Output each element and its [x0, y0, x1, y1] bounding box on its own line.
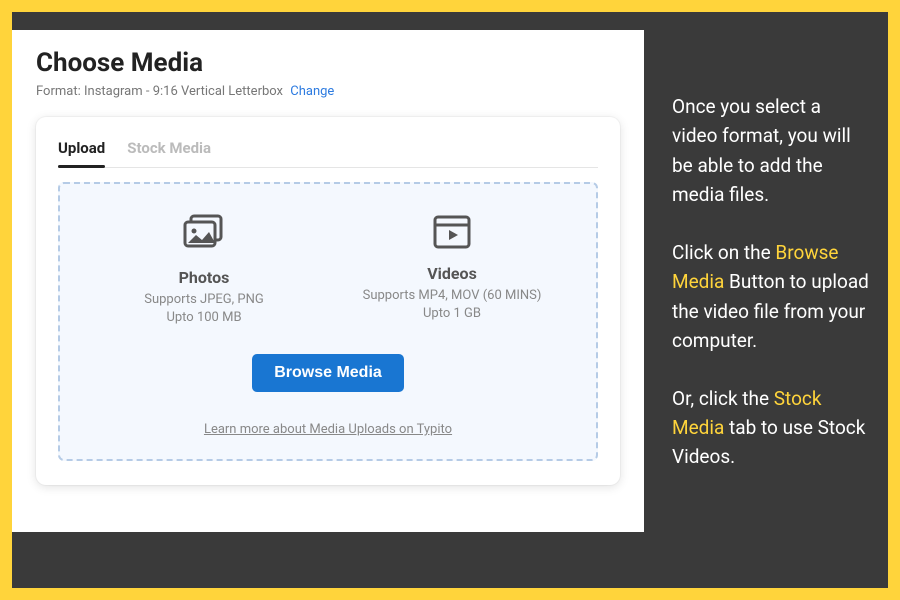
tab-stock-media[interactable]: Stock Media	[127, 133, 211, 167]
browse-media-button[interactable]: Browse Media	[252, 354, 404, 392]
format-value: Instagram - 9:16 Vertical Letterbox	[84, 84, 283, 99]
format-label: Format:	[36, 84, 81, 99]
photos-column: Photos Supports JPEG, PNG Upto 100 MB	[80, 214, 328, 326]
dropzone-columns: Photos Supports JPEG, PNG Upto 100 MB	[80, 214, 576, 326]
videos-column: Videos Supports MP4, MOV (60 MINS) Upto …	[328, 214, 576, 326]
frame-border: Choose Media Format: Instagram - 9:16 Ve…	[0, 0, 900, 600]
tabs: Upload Stock Media	[58, 133, 598, 168]
upload-dropzone[interactable]: Photos Supports JPEG, PNG Upto 100 MB	[58, 182, 598, 461]
upload-card: Upload Stock Media	[36, 117, 620, 485]
frame-background: Choose Media Format: Instagram - 9:16 Ve…	[12, 12, 888, 588]
learn-more-link[interactable]: Learn more about Media Uploads on Typito	[204, 422, 452, 437]
instruction-text: Once you select a video format, you will…	[672, 30, 870, 500]
photos-sub2: Upto 100 MB	[166, 309, 241, 327]
format-row: Format: Instagram - 9:16 Vertical Letter…	[36, 84, 620, 99]
videos-sub2: Upto 1 GB	[423, 305, 481, 323]
videos-icon	[432, 214, 472, 254]
page-title: Choose Media	[36, 48, 620, 78]
media-panel: Choose Media Format: Instagram - 9:16 Ve…	[12, 30, 644, 532]
photos-title: Photos	[179, 268, 230, 287]
tab-upload[interactable]: Upload	[58, 133, 105, 167]
instruction-p1: Once you select a video format, you will…	[672, 92, 870, 210]
photos-icon	[182, 214, 226, 258]
instruction-p3: Or, click the Stock Media tab to use Sto…	[672, 384, 870, 472]
instruction-p2: Click on the Browse Media Button to uplo…	[672, 238, 870, 356]
photos-sub1: Supports JPEG, PNG	[144, 291, 264, 309]
videos-title: Videos	[427, 264, 477, 283]
change-format-link[interactable]: Change	[290, 84, 334, 99]
videos-sub1: Supports MP4, MOV (60 MINS)	[363, 287, 542, 305]
